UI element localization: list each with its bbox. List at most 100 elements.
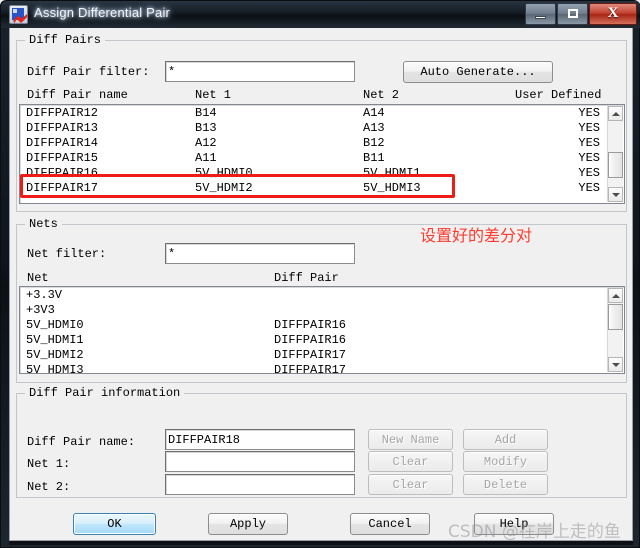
dialog-window: Assign Differential Pair X Diff Pairs Di… — [0, 0, 640, 548]
table-row[interactable]: DIFFPAIR14 A12 B12 YES — [22, 136, 606, 151]
scroll-thumb[interactable] — [608, 152, 623, 178]
cell-net: +3.3V — [26, 288, 63, 302]
cell-diff-pair-name: DIFFPAIR14 — [26, 136, 99, 150]
scroll-up-icon[interactable] — [608, 106, 623, 121]
cell-net: 5V_HDMI1 — [26, 333, 84, 347]
net-2-label: Net 2: — [27, 480, 71, 494]
diff-pairs-listbox[interactable]: DIFFPAIR12 B14 A14 YES DIFFPAIR13 B13 A13 YES DI… — [19, 104, 625, 204]
table-row[interactable]: 5V_HDMI2 DIFFPAIR17 — [22, 348, 606, 363]
net-filter-input[interactable] — [165, 243, 355, 264]
net-1-input[interactable] — [165, 451, 355, 472]
table-row[interactable]: DIFFPAIR13 B13 A13 YES — [22, 121, 606, 136]
maximize-button[interactable] — [557, 3, 588, 25]
apply-button[interactable]: Apply — [208, 513, 288, 535]
diff-pair-filter-input[interactable] — [165, 61, 355, 82]
cell-net-1: 5V_HDMI2 — [195, 181, 253, 195]
diff-pair-information-legend: Diff Pair information — [25, 386, 185, 400]
cell-net: 5V_HDMI2 — [26, 348, 84, 362]
diffpair-app-icon — [9, 5, 28, 24]
auto-generate-button[interactable]: Auto Generate... — [403, 61, 553, 83]
maximize-icon — [568, 9, 578, 18]
cell-user-defined: YES — [578, 181, 600, 195]
clear-net-2-button[interactable]: Clear — [368, 474, 453, 495]
cell-net: 5V_HDMI0 — [26, 318, 84, 332]
net-2-input[interactable] — [165, 474, 355, 495]
cell-user-defined: YES — [578, 151, 600, 165]
column-header-diff-pair-name: Diff Pair name — [27, 88, 128, 102]
cell-net-2: B12 — [363, 136, 385, 150]
cell-diff-pair-name: DIFFPAIR12 — [26, 106, 99, 120]
table-row[interactable]: DIFFPAIR16 5V_HDMI0 5V_HDMI1 YES — [22, 166, 606, 181]
net-filter-label: Net filter: — [27, 247, 107, 261]
column-header-net: Net — [27, 271, 49, 285]
cell-net-1: B13 — [195, 121, 217, 135]
dialog-client-area: Diff Pairs Diff Pair filter: Auto Genera… — [9, 28, 633, 541]
table-row[interactable]: +3V3 — [22, 303, 606, 318]
cell-diff-pair: DIFFPAIR16 — [274, 333, 347, 347]
net-1-label: Net 1: — [27, 457, 71, 471]
cell-diff-pair-name: DIFFPAIR17 — [26, 181, 99, 195]
table-row[interactable]: DIFFPAIR17 5V_HDMI2 5V_HDMI3 YES — [22, 181, 606, 196]
cell-net-1: B14 — [195, 106, 217, 120]
diff-pair-name-input[interactable] — [165, 429, 355, 450]
table-row[interactable]: 5V_HDMI0 DIFFPAIR16 — [22, 318, 606, 333]
cell-net-1: A12 — [195, 136, 217, 150]
minimize-button[interactable] — [525, 3, 556, 25]
annotation-text: 设置好的差分对 — [420, 226, 533, 245]
add-button[interactable]: Add — [463, 429, 548, 450]
scroll-down-icon[interactable] — [608, 357, 623, 372]
clear-net-1-button[interactable]: Clear — [368, 451, 453, 472]
table-row[interactable]: 5V_HDMI1 DIFFPAIR16 — [22, 333, 606, 348]
cell-net: 5V_HDMI3 — [26, 363, 84, 374]
column-header-net-2: Net 2 — [363, 88, 400, 102]
scroll-down-icon[interactable] — [608, 187, 623, 202]
diff-pair-name-label: Diff Pair name: — [27, 435, 136, 449]
nets-scrollbar[interactable] — [607, 288, 623, 372]
diff-pair-filter-label: Diff Pair filter: — [27, 65, 150, 79]
window-controls: X — [525, 3, 637, 25]
table-row[interactable]: 5V_HDMI3 DIFFPAIR17 — [22, 363, 606, 374]
cell-diff-pair-name: DIFFPAIR16 — [26, 166, 99, 180]
cancel-button[interactable]: Cancel — [350, 513, 430, 535]
close-icon: X — [607, 5, 619, 21]
cell-net-1: 5V_HDMI0 — [195, 166, 253, 180]
cell-diff-pair-name: DIFFPAIR15 — [26, 151, 99, 165]
help-button[interactable]: Help — [474, 513, 554, 535]
minimize-icon — [535, 16, 546, 19]
cell-user-defined: YES — [578, 136, 600, 150]
nets-listbox[interactable]: +3.3V +3V3 5V_HDMI0 DIFFPAIR16 5V_HDMI1 DIFFP… — [19, 286, 625, 374]
cell-diff-pair: DIFFPAIR17 — [274, 348, 347, 362]
table-row[interactable]: +3.3V — [22, 288, 606, 303]
ok-button[interactable]: OK — [73, 513, 156, 535]
cell-user-defined: YES — [578, 166, 600, 180]
table-row[interactable]: DIFFPAIR15 A11 B11 YES — [22, 151, 606, 166]
window-title: Assign Differential Pair — [34, 5, 171, 20]
screenshot-root: Assign Differential Pair X Diff Pairs Di… — [0, 0, 640, 548]
cell-net-2: 5V_HDMI1 — [363, 166, 421, 180]
nets-legend: Nets — [25, 217, 62, 231]
cell-net-2: A14 — [363, 106, 385, 120]
cell-net: +3V3 — [26, 303, 55, 317]
cell-net-1: A11 — [195, 151, 217, 165]
cell-user-defined: YES — [578, 121, 600, 135]
diff-pairs-scrollbar[interactable] — [607, 106, 623, 202]
close-button[interactable]: X — [589, 3, 637, 25]
table-row[interactable]: DIFFPAIR12 B14 A14 YES — [22, 106, 606, 121]
column-header-net-1: Net 1 — [195, 88, 232, 102]
scroll-thumb[interactable] — [608, 304, 623, 330]
cell-user-defined: YES — [578, 106, 600, 120]
title-bar[interactable]: Assign Differential Pair X — [1, 1, 640, 28]
cell-net-2: 5V_HDMI3 — [363, 181, 421, 195]
diff-pairs-legend: Diff Pairs — [25, 33, 106, 47]
scroll-up-icon[interactable] — [608, 288, 623, 303]
delete-button[interactable]: Delete — [463, 474, 548, 495]
window-bottom-edge — [9, 541, 633, 545]
column-header-diff-pair: Diff Pair — [274, 271, 339, 285]
column-header-user-defined: User Defined — [515, 88, 602, 102]
modify-button[interactable]: Modify — [463, 451, 548, 472]
cell-diff-pair: DIFFPAIR17 — [274, 363, 347, 374]
cell-diff-pair-name: DIFFPAIR13 — [26, 121, 99, 135]
cell-diff-pair: DIFFPAIR16 — [274, 318, 347, 332]
new-name-button[interactable]: New Name — [368, 429, 453, 450]
cell-net-2: B11 — [363, 151, 385, 165]
